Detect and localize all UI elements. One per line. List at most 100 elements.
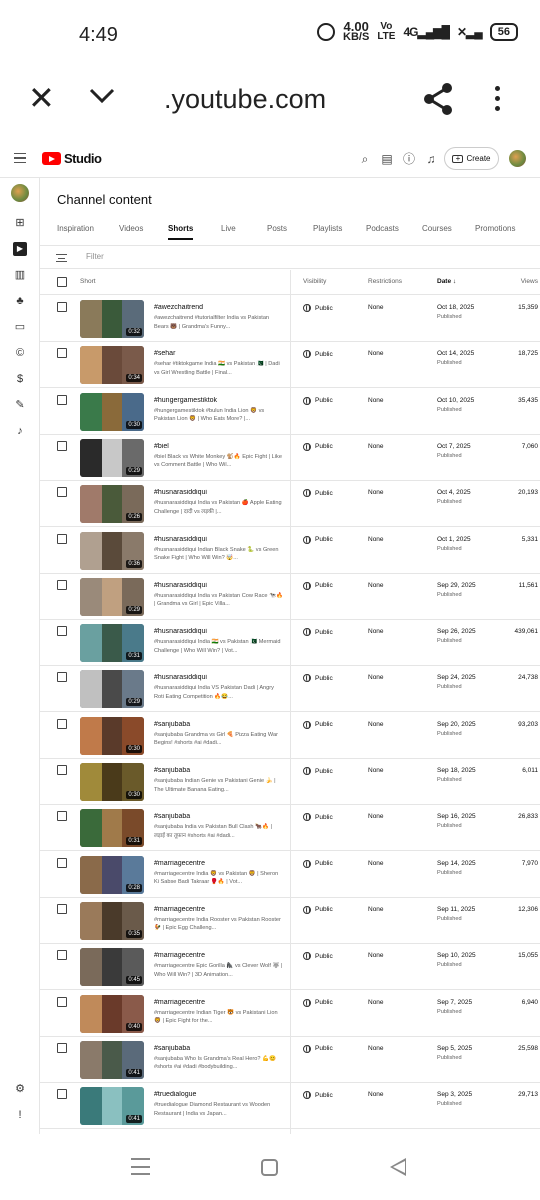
- video-title[interactable]: #sanjubaba: [154, 767, 284, 774]
- tab-playlists[interactable]: Playlists: [313, 224, 342, 233]
- video-thumbnail[interactable]: 0:31: [80, 809, 144, 848]
- table-row[interactable]: 0:35 #marriagecentre #marriagecentre India…: [40, 898, 540, 944]
- visibility-cell[interactable]: Public: [303, 581, 333, 590]
- table-row[interactable]: 0:26 #husnarasiddiqui #husnarasiddiqui Ind…: [40, 481, 540, 528]
- audio-library-icon[interactable]: ♪: [13, 424, 27, 438]
- content-icon[interactable]: ▶: [13, 242, 27, 256]
- video-title[interactable]: #biel: [154, 443, 284, 450]
- visibility-cell[interactable]: Public: [303, 442, 333, 451]
- visibility-cell[interactable]: Public: [303, 952, 333, 961]
- visibility-cell[interactable]: Public: [303, 1044, 333, 1053]
- visibility-cell[interactable]: Public: [303, 304, 333, 312]
- video-title[interactable]: #marriagecentre: [154, 999, 284, 1006]
- visibility-cell[interactable]: Public: [303, 998, 333, 1007]
- avatar[interactable]: [509, 150, 526, 167]
- subtitles-icon[interactable]: ▭: [13, 320, 27, 334]
- dashboard-icon[interactable]: ⊞: [13, 216, 27, 230]
- table-row[interactable]: 0:30 #sanjubaba #sanjubaba Grandma vs Girl…: [40, 713, 540, 759]
- video-title[interactable]: #sanjubaba: [154, 813, 284, 820]
- row-checkbox[interactable]: [57, 811, 67, 822]
- video-thumbnail[interactable]: 0:28: [80, 855, 144, 894]
- table-row[interactable]: 0:30 #sanjubaba #sanjubaba Indian Genie vs…: [40, 759, 540, 805]
- table-row[interactable]: 0:31 #sanjubaba #sanjubaba India vs Pakist…: [40, 805, 540, 852]
- column-restrictions[interactable]: Restrictions: [368, 278, 402, 285]
- row-checkbox[interactable]: [57, 903, 67, 914]
- visibility-cell[interactable]: Public: [303, 813, 333, 822]
- url-text[interactable]: .youtube.com: [164, 84, 326, 115]
- video-title[interactable]: #truedialogue: [154, 1091, 284, 1098]
- feedback-icon[interactable]: ▤: [380, 152, 394, 166]
- video-thumbnail[interactable]: 0:26: [80, 485, 144, 524]
- row-checkbox[interactable]: [57, 672, 67, 683]
- video-title[interactable]: #sanjubaba: [154, 721, 284, 728]
- row-checkbox[interactable]: [57, 1042, 67, 1053]
- tab-courses[interactable]: Courses: [422, 224, 452, 233]
- visibility-cell[interactable]: Public: [303, 628, 333, 637]
- video-title[interactable]: #marriagecentre: [154, 906, 284, 913]
- visibility-cell[interactable]: Public: [303, 350, 333, 359]
- visibility-cell[interactable]: Public: [303, 767, 333, 775]
- row-checkbox[interactable]: [57, 487, 67, 498]
- table-row[interactable]: 0:30 #hungergamestiktok #hungergamestiktok…: [40, 389, 540, 435]
- video-thumbnail[interactable]: 0:32: [80, 300, 144, 338]
- settings-icon[interactable]: ⚙: [13, 1082, 27, 1096]
- video-title[interactable]: #awezchaitrend: [154, 304, 284, 311]
- video-title[interactable]: #sanjubaba: [154, 1045, 284, 1052]
- visibility-cell[interactable]: Public: [303, 859, 333, 868]
- visibility-cell[interactable]: Public: [303, 396, 333, 405]
- video-thumbnail[interactable]: 0:41: [80, 1087, 144, 1126]
- community-icon[interactable]: ♣: [13, 294, 27, 308]
- share-icon[interactable]: [422, 82, 454, 116]
- table-row[interactable]: 0:31 #husnarasiddiqui #husnarasiddiqui Ind…: [40, 620, 540, 667]
- row-checkbox[interactable]: [57, 626, 67, 637]
- hamburger-menu-icon[interactable]: [14, 153, 26, 163]
- video-title[interactable]: #husnarasiddiqui: [154, 536, 284, 543]
- row-checkbox[interactable]: [57, 533, 67, 544]
- video-thumbnail[interactable]: 0:30: [80, 763, 144, 801]
- table-row[interactable]: 0:29 #biel #biel Black vs White Monkey 🐒🔥 …: [40, 435, 540, 481]
- table-row[interactable]: 0:40 #marriagecentre #marriagecentre India…: [40, 991, 540, 1037]
- row-checkbox[interactable]: [57, 996, 67, 1007]
- video-thumbnail[interactable]: 0:36: [80, 531, 144, 570]
- studio-logo[interactable]: Studio: [42, 151, 102, 166]
- column-views[interactable]: Views: [521, 278, 538, 285]
- video-title[interactable]: #husnarasiddiqui: [154, 489, 284, 496]
- row-checkbox[interactable]: [57, 302, 67, 312]
- table-row[interactable]: 0:36 #husnarasiddiqui #husnarasiddiqui Ind…: [40, 528, 540, 574]
- select-all-checkbox[interactable]: [57, 277, 67, 287]
- earn-icon[interactable]: $: [13, 372, 27, 386]
- filter-bar[interactable]: Filter: [40, 246, 540, 269]
- tab-inspiration[interactable]: Inspiration: [57, 224, 94, 233]
- visibility-cell[interactable]: Public: [303, 674, 333, 683]
- visibility-cell[interactable]: Public: [303, 1091, 333, 1100]
- more-menu-icon[interactable]: [492, 86, 502, 114]
- video-thumbnail[interactable]: 0:35: [80, 901, 144, 940]
- row-checkbox[interactable]: [57, 348, 67, 359]
- visibility-cell[interactable]: Public: [303, 489, 333, 498]
- video-thumbnail[interactable]: 0:31: [80, 624, 144, 663]
- tab-shorts[interactable]: Shorts: [168, 224, 194, 240]
- video-thumbnail[interactable]: 0:29: [80, 577, 144, 616]
- column-date[interactable]: Date ↓: [437, 278, 456, 285]
- video-title[interactable]: #husnarasiddiqui: [154, 674, 284, 681]
- search-icon[interactable]: ⌕: [358, 152, 372, 166]
- table-row[interactable]: 0:28 #marriagecentre #marriagecentre India…: [40, 852, 540, 898]
- video-title[interactable]: #sehar: [154, 350, 284, 357]
- table-row[interactable]: 0:29 #husnarasiddiqui #husnarasiddiqui Ind…: [40, 666, 540, 713]
- channel-avatar[interactable]: [11, 184, 29, 202]
- video-thumbnail[interactable]: 0:29: [80, 670, 144, 709]
- visibility-cell[interactable]: Public: [303, 720, 333, 729]
- notifications-icon[interactable]: ♫: [424, 152, 438, 166]
- tab-live[interactable]: Live: [221, 224, 236, 233]
- row-checkbox[interactable]: [57, 718, 67, 729]
- chevron-down-icon[interactable]: [88, 86, 116, 106]
- table-row[interactable]: 0:29 #husnarasiddiqui #husnarasiddiqui Ind…: [40, 574, 540, 620]
- tab-videos[interactable]: Videos: [119, 224, 143, 233]
- video-title[interactable]: #husnarasiddiqui: [154, 582, 284, 589]
- close-icon[interactable]: ✕: [28, 82, 55, 114]
- video-thumbnail[interactable]: 0:29: [80, 438, 144, 477]
- create-button[interactable]: + Create: [444, 147, 499, 170]
- column-short[interactable]: Short: [80, 278, 96, 285]
- copyright-icon[interactable]: ©: [13, 346, 27, 360]
- analytics-icon[interactable]: ▥: [13, 268, 27, 282]
